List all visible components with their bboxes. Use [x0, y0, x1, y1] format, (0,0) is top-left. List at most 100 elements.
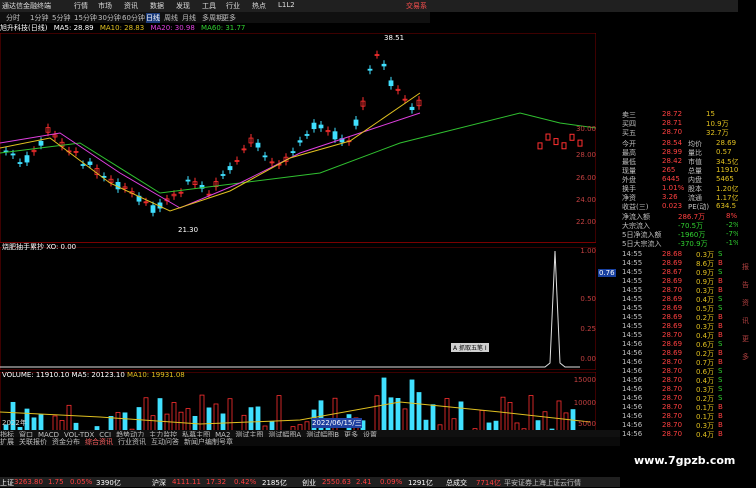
tick-price: 28.69	[662, 304, 683, 312]
stat-value: 28.42	[662, 157, 683, 165]
candle-body	[304, 134, 310, 136]
tick-time: 14:56	[622, 385, 643, 393]
tick-row: 14:55 28.69 0.4万 S	[622, 295, 738, 304]
tick-price: 28.70	[662, 430, 683, 438]
stat-value: 28.99	[662, 148, 683, 156]
tick-price: 28.68	[662, 250, 683, 258]
edge-button[interactable]: 告	[742, 280, 749, 290]
period-tab[interactable]: 月线	[182, 13, 196, 23]
menu-item-tools[interactable]: 工具	[202, 1, 216, 11]
candle-body	[255, 142, 261, 148]
period-tab[interactable]: 30分钟	[98, 13, 121, 23]
info-tab[interactable]: 行业资讯	[118, 438, 146, 446]
candle-body	[17, 162, 23, 164]
low-label: 21.30	[178, 226, 199, 234]
edge-button[interactable]: 多	[742, 352, 749, 362]
candle-body	[297, 140, 303, 143]
order-book-row: 买四 28.71 10.9万	[622, 119, 738, 128]
candlestick-panel[interactable]: 30.00 28.00 26.00 24.00 22.00 38.51 21.3…	[0, 32, 597, 244]
info-tab[interactable]: 新闻户编制号章	[184, 438, 233, 446]
info-tab[interactable]: 关联报价	[19, 438, 47, 446]
period-tab[interactable]: 1分钟	[30, 13, 48, 23]
tick-time: 14:56	[622, 403, 643, 411]
stat-value: 6445	[662, 175, 680, 183]
candle-body	[569, 133, 575, 141]
flow-row: 净流入额 286.7万 8%	[622, 212, 738, 221]
panel-frame	[0, 246, 597, 371]
period-tab[interactable]: 15分钟	[74, 13, 97, 23]
tick-price: 28.70	[662, 367, 683, 375]
tick-row: 14:56 28.70 0.2万 S	[622, 394, 738, 403]
period-tab[interactable]: 分时	[6, 13, 20, 23]
tick-price: 28.70	[662, 385, 683, 393]
stat-row: 最高 28.99 量比 0.57	[622, 148, 738, 157]
candle-body	[24, 155, 30, 163]
period-tab[interactable]: 更多	[222, 13, 236, 23]
candle-body	[87, 161, 93, 165]
period-tab[interactable]: 5分钟	[52, 13, 70, 23]
indicator-panel[interactable]: 烧肥抽手累抄 XO: 0.00 1.00 0.76 0.50 0.25 0.00…	[0, 243, 616, 371]
edge-button[interactable]: 讯	[742, 316, 749, 326]
info-tab[interactable]: 扩展	[0, 438, 14, 446]
info-tab[interactable]: 综合资讯	[85, 438, 113, 446]
edge-button[interactable]: 更	[742, 334, 749, 344]
menu-item-hot[interactable]: 热点	[252, 1, 266, 11]
tick-price: 28.69	[662, 295, 683, 303]
menu-item-news[interactable]: 资讯	[124, 1, 138, 11]
capture-overlay[interactable]: A 抓取五笔 I	[451, 343, 489, 352]
tick-price: 28.70	[662, 376, 683, 384]
stat-value: 634.5	[716, 202, 737, 210]
stat-row: 收益(三) 0.023 PE(动) 634.5	[622, 202, 738, 211]
period-tab[interactable]: 日线	[146, 13, 160, 23]
stat-row: 外盘 6445 内盘 5465	[622, 175, 738, 184]
period-tab[interactable]: 60分钟	[122, 13, 145, 23]
index-p: 0.42%	[234, 478, 257, 486]
ask-label: 买五	[622, 129, 636, 137]
app-title: 通达信金融终端	[2, 2, 51, 10]
tick-price: 28.70	[662, 412, 683, 420]
menu-item-industry[interactable]: 行业	[226, 1, 240, 11]
period-tab[interactable]: 周线	[164, 13, 178, 23]
menu-item-market[interactable]: 市场	[98, 1, 112, 11]
tick-side: S	[718, 367, 723, 375]
stat-label: PE(动)	[688, 203, 710, 211]
info-tab-bar: 扩展 关联报价 资金分布 综合资讯 行业资讯 互动问答 新闻户编制号章	[0, 437, 620, 446]
tick-time: 14:55	[622, 322, 643, 330]
candle-body	[318, 124, 324, 129]
tick-row: 14:55 28.68 0.3万 S	[622, 250, 738, 259]
volume-ma-line	[0, 401, 591, 425]
tick-row: 14:56 28.70 0.1万 B	[622, 412, 738, 421]
menu-item-discover[interactable]: 发现	[176, 1, 190, 11]
tick-side: S	[718, 385, 723, 393]
edge-button[interactable]: 报	[742, 262, 749, 272]
stat-value: 28.69	[716, 139, 737, 147]
index-c: 17.32	[206, 478, 227, 486]
info-tab[interactable]: 互动问答	[151, 438, 179, 446]
tick-time: 14:55	[622, 286, 643, 294]
stock-name: 旭升科技(日线)	[0, 24, 48, 32]
candle-body	[537, 142, 543, 150]
menu-item-data[interactable]: 数据	[150, 1, 164, 11]
tick-side: B	[718, 277, 723, 285]
volume-ma5: MA5: 20123.10	[71, 371, 125, 379]
menu-item-l1l2[interactable]: L1L2	[278, 1, 295, 9]
tick-price: 28.70	[662, 331, 683, 339]
info-tab[interactable]: 资金分布	[52, 438, 80, 446]
candlestick-chart[interactable]	[0, 32, 597, 244]
index-v: 4111.11	[172, 478, 201, 486]
candle-body	[332, 131, 338, 140]
period-tab[interactable]: 多周期	[202, 13, 223, 23]
candle-body	[290, 151, 296, 153]
tick-time: 14:56	[622, 412, 643, 420]
trade-menu[interactable]: 交易系	[406, 1, 427, 11]
indicator-tick: 0.00	[580, 355, 596, 363]
edge-button[interactable]: 资	[742, 298, 749, 308]
panel-frame	[0, 32, 597, 244]
indicator-chart[interactable]	[0, 246, 597, 371]
tick-time: 14:55	[622, 268, 643, 276]
ma5-value: MA5: 28.89	[53, 24, 94, 32]
index-c: 1.75	[48, 478, 64, 486]
menu-item-quotes[interactable]: 行情	[74, 1, 88, 11]
volume-title: VOLUME: 11910.10	[2, 371, 70, 379]
order-book-row: 卖三 28.72 15	[622, 110, 738, 119]
